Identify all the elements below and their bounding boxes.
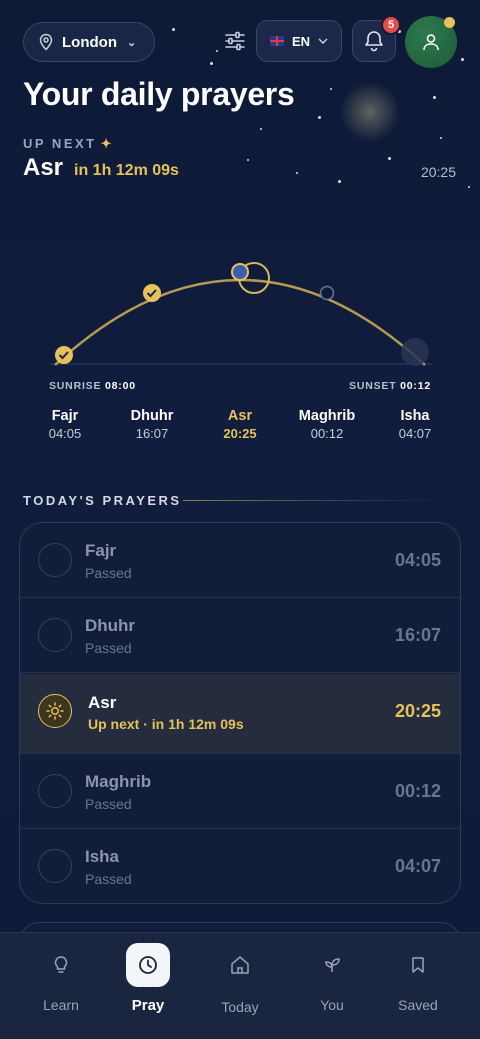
arc-label-maghrib: Maghrib 00:12 — [298, 408, 356, 441]
prayer-row-dhuhr[interactable]: Dhuhr Passed 16:07 — [20, 598, 460, 673]
nav-saved[interactable]: Saved — [373, 933, 463, 1013]
location-name: London — [62, 33, 117, 51]
prayer-row-maghrib[interactable]: Maghrib Passed 00:12 — [20, 754, 460, 829]
prayer-name: Isha — [85, 847, 120, 866]
status-circle — [38, 774, 72, 808]
prayer-time: 16:07 — [394, 625, 441, 645]
notification-badge: 5 — [381, 15, 401, 35]
sun-path — [54, 278, 426, 366]
next-prayer-time: 20:25 — [420, 164, 456, 180]
prayer-arc — [50, 262, 432, 366]
status-circle — [38, 849, 72, 883]
arc-marker-maghrib — [319, 285, 335, 301]
notifications-button[interactable]: 5 — [352, 15, 401, 62]
prayers-list: Fajr Passed 04:05 Dhuhr Passed 16:07 Asr… — [19, 522, 461, 904]
arc-marker-isha — [401, 338, 429, 366]
prayer-status: Passed — [85, 565, 132, 581]
sunset-info: SUNSET 00:12 — [349, 380, 431, 392]
nav-today[interactable]: Today — [195, 933, 285, 1015]
prayer-name: Dhuhr — [85, 616, 136, 635]
next-prayer-name: Asr — [23, 154, 64, 181]
home-icon — [218, 943, 262, 987]
prayer-name: Maghrib — [85, 772, 152, 791]
arc-label-fajr: Fajr 04:05 — [48, 408, 82, 441]
prayer-status: Passed — [85, 640, 132, 656]
nav-pray[interactable]: Pray — [103, 933, 193, 1014]
sun-icon — [38, 694, 72, 728]
arc-label-asr: Asr 20:25 — [223, 408, 257, 441]
user-icon — [423, 34, 439, 51]
clock-icon — [126, 943, 170, 987]
arc-marker-dhuhr — [143, 284, 161, 302]
prayer-status: Up next · in 1h 12m 09s — [88, 716, 244, 732]
page-title: Your daily prayers — [23, 76, 295, 112]
chevron-down-icon: ⌄ — [126, 36, 137, 49]
bell-icon — [365, 31, 383, 52]
bottom-nav: Learn Pray Today You Saved — [0, 932, 480, 1039]
sliders-icon[interactable] — [223, 29, 247, 53]
sunrise-info: SUNRISE 08:00 — [49, 380, 136, 392]
prayer-time: 20:25 — [394, 701, 441, 721]
sparkle-icon: ✦ — [100, 136, 112, 151]
prayer-time: 04:05 — [394, 550, 441, 570]
status-circle — [38, 543, 72, 577]
lightbulb-icon — [39, 943, 83, 987]
prayer-status: Passed — [85, 871, 132, 887]
prayer-row-asr[interactable]: Asr Up next · in 1h 12m 09s 20:25 — [20, 674, 460, 754]
top-bar: London ⌄ EN 5 — [23, 15, 457, 68]
section-divider — [183, 500, 440, 501]
arc-marker-fajr — [55, 346, 73, 364]
avatar[interactable] — [405, 16, 457, 68]
status-circle — [38, 618, 72, 652]
prayer-time: 04:07 — [394, 856, 441, 876]
arc-label-dhuhr: Dhuhr 16:07 — [130, 408, 174, 441]
sprout-icon — [310, 943, 354, 987]
location-selector[interactable]: London ⌄ — [23, 22, 155, 62]
bookmark-icon — [396, 943, 440, 987]
chevron-down-icon — [318, 38, 328, 44]
language-selector[interactable]: EN — [256, 20, 342, 62]
uk-flag-icon — [269, 36, 284, 46]
next-prayer-countdown: in 1h 12m 09s — [74, 162, 179, 179]
up-next-label: UP NEXT ✦ — [23, 136, 112, 151]
nav-learn[interactable]: Learn — [16, 933, 106, 1013]
prayer-name: Asr — [88, 693, 117, 712]
arc-marker-asr — [231, 262, 270, 294]
status-dot — [444, 17, 455, 28]
moon-icon — [340, 82, 400, 142]
arc-label-isha: Isha 04:07 — [398, 408, 432, 441]
nav-you[interactable]: You — [287, 933, 377, 1013]
prayer-row-fajr[interactable]: Fajr Passed 04:05 — [20, 523, 460, 598]
section-heading: TODAY'S PRAYERS — [23, 493, 182, 508]
prayer-time: 00:12 — [394, 781, 441, 801]
prayer-name: Fajr — [85, 541, 117, 560]
prayer-status: Passed — [85, 796, 132, 812]
prayer-row-isha[interactable]: Isha Passed 04:07 — [20, 829, 460, 903]
language-code: EN — [291, 33, 311, 49]
location-pin-icon — [39, 33, 53, 51]
